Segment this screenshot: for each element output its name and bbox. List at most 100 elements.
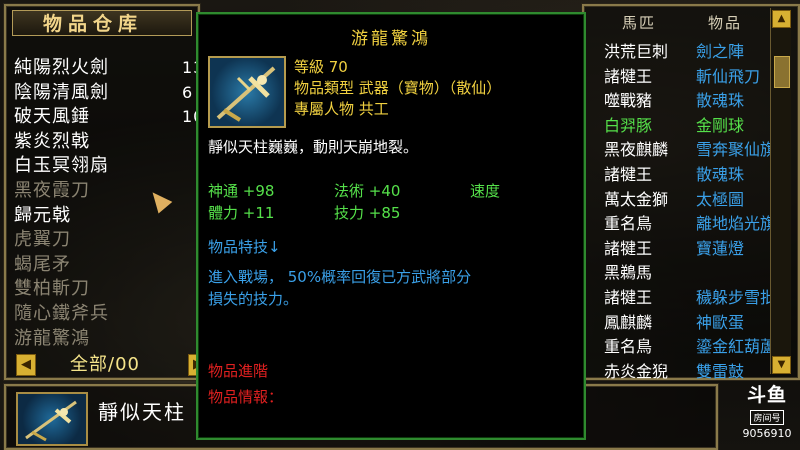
item-name: 破天風錘	[14, 106, 90, 128]
item-name: 寶蓮燈	[696, 238, 745, 258]
warehouse-item-list: 純陽烈火劍 13 陰陽清風劍 6 破天風錘 10 紫炎烈戟 白玉冥翎扇 黑夜霞刀 歸元…	[14, 56, 203, 352]
stat-fashu: 法術 +40	[334, 180, 400, 201]
horse-name: 赤炎金猊	[604, 361, 669, 381]
roster-scrollbar[interactable]: ▲ ▼	[770, 8, 791, 374]
tooltip-owner: 專屬人物 共工	[294, 100, 389, 118]
warehouse-item[interactable]: 陰陽清風劍 6	[14, 81, 200, 106]
item-name: 神歐蛋	[696, 312, 745, 332]
warehouse-item-selected[interactable]: 游龍驚鴻	[14, 327, 200, 352]
item-name: 白玉冥翎扇	[14, 155, 109, 177]
horse-name: 白羿豚	[604, 115, 653, 135]
tooltip-description: 靜似天柱巍巍，動則天崩地裂。	[208, 138, 419, 156]
item-name: 蝎尾矛	[14, 253, 71, 275]
item-name: 劍之陣	[696, 42, 745, 61]
prev-page-button[interactable]: ◀	[16, 354, 36, 376]
roster-list: 洪荒巨刺 劍之陣 諸犍王 斬仙飛刀 噬戰豬 散魂珠 白羿豚 金剛球 黑夜麒麟 雪奔聚仙旗 …	[604, 40, 784, 384]
roster-row-highlighted[interactable]: 白羿豚 金剛球	[604, 114, 784, 139]
horse-name: 噬戰豬	[604, 91, 653, 111]
stat-label: 體力	[208, 204, 239, 222]
filter-label[interactable]: 全部/00	[70, 352, 140, 378]
item-name: 離地焰光旗	[696, 214, 777, 234]
tooltip-advance-label: 物品進階	[208, 362, 269, 380]
item-name: 散魂珠	[696, 91, 745, 111]
warehouse-item[interactable]: 黑夜霞刀	[14, 179, 200, 204]
warehouse-item[interactable]: 破天風錘 10	[14, 105, 203, 130]
item-name: 虎翼刀	[14, 229, 71, 251]
room-number: 9056910	[742, 427, 792, 440]
horse-name: 諸犍王	[604, 66, 653, 86]
roster-row[interactable]: 噬戰豬 散魂珠	[604, 89, 784, 114]
roster-row[interactable]: 諸犍王 散魂珠	[604, 163, 784, 188]
horse-name: 黑鵜馬	[604, 263, 653, 283]
roster-row[interactable]: 黑夜麒麟 雪奔聚仙旗	[604, 138, 784, 163]
roster-row[interactable]: 諸犍王 斬仙飛刀	[604, 65, 784, 90]
scroll-down-button[interactable]: ▼	[772, 356, 791, 374]
tooltip-title: 游龍驚鴻	[351, 29, 431, 49]
item-name: 純陽烈火劍	[14, 57, 109, 78]
item-name: 散魂珠	[696, 164, 745, 184]
roster-row[interactable]: 赤炎金猊 雙雷鼓	[604, 360, 784, 385]
warehouse-item[interactable]: 虎翼刀	[14, 228, 200, 253]
horse-name: 諸犍王	[604, 287, 653, 307]
stat-label: 技力	[334, 204, 365, 222]
warehouse-item[interactable]: 純陽烈火劍 13	[14, 56, 203, 81]
item-tooltip: 游龍驚鴻 等級 70 物品類型 武器（寶物）（散仙） 專屬人物 共工 靜似天柱巍…	[196, 12, 586, 440]
stat-label: 法術	[334, 182, 365, 200]
roster-header-horse: 馬匹	[622, 14, 657, 32]
tooltip-skill-header: 物品特技↓	[208, 238, 281, 256]
item-name: 隨心鐵斧兵	[14, 302, 109, 324]
horse-name: 重名鳥	[604, 214, 653, 234]
item-name: 黑夜霞刀	[14, 179, 90, 201]
item-name: 雪奔聚仙旗	[696, 140, 777, 160]
tooltip-info-label: 物品情報：	[208, 388, 284, 406]
stat-speed: 速度	[470, 180, 500, 201]
item-detail-text: 靜似天柱	[98, 400, 186, 424]
roster-row[interactable]: 諸犍王 穢躲步雪批	[604, 286, 784, 311]
warehouse-item[interactable]: 雙柏斬刀	[14, 277, 200, 302]
stat-value: +11	[242, 204, 275, 222]
stat-label: 速度	[470, 182, 501, 200]
item-name: 雙雷鼓	[696, 361, 745, 381]
stat-label: 神通	[208, 182, 239, 200]
roster-panel: 馬匹 物品 洪荒巨刺 劍之陣 諸犍王 斬仙飛刀 噬戰豬 散魂珠 白羿豚 金剛球 黑夜麒麟…	[582, 4, 800, 381]
warehouse-item[interactable]: 歸元戟	[14, 204, 200, 229]
room-label: 房间号	[750, 410, 784, 425]
horse-name: 黑夜麒麟	[604, 140, 669, 160]
roster-header-item: 物品	[708, 14, 743, 32]
roster-row[interactable]: 諸犍王 寶蓮燈	[604, 237, 784, 262]
item-name: 斬仙飛刀	[696, 66, 761, 86]
stat-tili: 體力 +11	[208, 202, 274, 223]
scroll-up-button[interactable]: ▲	[772, 10, 791, 28]
warehouse-panel: 物品仓库 純陽烈火劍 13 陰陽清風劍 6 破天風錘 10 紫炎烈戟 白玉冥翎扇 黑夜…	[4, 4, 208, 380]
roster-row[interactable]: 黑鵜馬	[604, 261, 784, 286]
horse-name: 重名鳥	[604, 337, 653, 357]
stat-shentong: 神通 +98	[208, 180, 274, 201]
item-name: 太極圖	[696, 189, 745, 209]
warehouse-item[interactable]: 白玉冥翎扇	[14, 154, 200, 179]
douyu-watermark: 斗鱼 房间号 9056910	[738, 384, 796, 444]
scroll-thumb[interactable]	[774, 56, 790, 88]
stat-jili: 技力 +85	[334, 202, 400, 223]
warehouse-item[interactable]: 蝎尾矛	[14, 253, 200, 278]
tooltip-skill-line2: 損失的技力。	[208, 290, 299, 308]
stat-value: +40	[368, 182, 401, 200]
horse-name: 洪荒巨刺	[604, 42, 669, 61]
weapon-icon	[16, 392, 88, 446]
warehouse-item[interactable]: 隨心鐵斧兵	[14, 302, 200, 327]
roster-row[interactable]: 重名鳥 鎏金紅葫蘆	[604, 335, 784, 360]
item-name: 陰陽清風劍	[14, 81, 109, 103]
roster-header: 馬匹 物品	[584, 12, 764, 34]
warehouse-item[interactable]: 紫炎烈戟	[14, 130, 200, 155]
stat-value: +85	[368, 204, 401, 222]
roster-row[interactable]: 洪荒巨刺 劍之陣	[604, 40, 784, 65]
horse-name: 諸犍王	[604, 164, 653, 184]
roster-row[interactable]: 萬太金獅 太極圖	[604, 188, 784, 213]
item-name: 紫炎烈戟	[14, 130, 90, 152]
item-name: 游龍驚鴻	[14, 327, 90, 349]
roster-row[interactable]: 重名鳥 離地焰光旗	[604, 212, 784, 237]
warehouse-title: 物品仓库	[12, 10, 192, 36]
stat-value: +98	[242, 182, 275, 200]
tooltip-level: 等級 70	[294, 58, 348, 76]
roster-row[interactable]: 鳳麒麟 神歐蛋	[604, 311, 784, 336]
horse-name: 諸犍王	[604, 238, 653, 258]
